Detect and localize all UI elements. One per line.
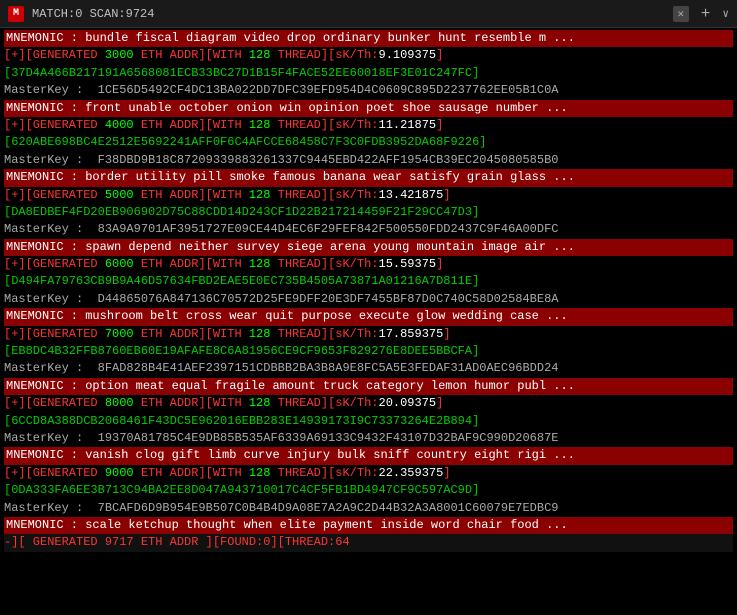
list-item: [EB8DC4B32FFB8760EB60E19AFAFE8C6A81956CE… [4,343,733,360]
list-item: -][ GENERATED 9717 ETH ADDR ][FOUND:0][T… [4,534,733,551]
dropdown-chevron-icon[interactable]: ∨ [722,7,729,21]
list-item: [37D4A466B217191A6568081ECB33BC27D1B15F4… [4,65,733,82]
list-item: [D494FA79763CB9B9A46D57634FBD2EAE5E0EC73… [4,273,733,290]
list-item: MasterKey : 83A9A9701AF3951727E09CE44D4E… [4,221,733,238]
list-item: [0DA333FA6EE3B713C94BA2EE8D047A943710017… [4,482,733,499]
list-item: MNEMONIC : spawn depend neither survey s… [4,239,733,256]
list-item: MNEMONIC : scale ketchup thought when el… [4,517,733,534]
list-item: MasterKey : 8FAD828B4E41AEF2397151CDBBB2… [4,360,733,377]
app-icon: M [8,6,24,22]
title-text: MATCH:0 SCAN:9724 [32,7,665,21]
list-item: [+][GENERATED 7000 ETH ADDR][WITH 128 TH… [4,326,733,343]
list-item: [6CCD8A388DCB2068461F43DC5E962016EBB283E… [4,413,733,430]
list-item: [+][GENERATED 6000 ETH ADDR][WITH 128 TH… [4,256,733,273]
list-item: MasterKey : F38DBD9B18C87209339883261337… [4,152,733,169]
title-bar: M MATCH:0 SCAN:9724 ✕ + ∨ [0,0,737,28]
list-item: MNEMONIC : bundle fiscal diagram video d… [4,30,733,47]
list-item: [+][GENERATED 4000 ETH ADDR][WITH 128 TH… [4,117,733,134]
list-item: MNEMONIC : vanish clog gift limb curve i… [4,447,733,464]
content-area: MNEMONIC : bundle fiscal diagram video d… [0,28,737,615]
list-item: MasterKey : 1CE56D5492CF4DC13BA022DD7DFC… [4,82,733,99]
new-tab-button[interactable]: + [697,5,715,23]
list-item: [620ABE698BC4E2512E5692241AFF0F6C4AFCCE6… [4,134,733,151]
list-item: MNEMONIC : option meat equal fragile amo… [4,378,733,395]
list-item: MNEMONIC : front unable october onion wi… [4,100,733,117]
list-item: [DA8EDBEF4FD20EB906902D75C88CDD14D243CF1… [4,204,733,221]
list-item: MasterKey : D44865076A847136C70572D25FE9… [4,291,733,308]
list-item: [+][GENERATED 5000 ETH ADDR][WITH 128 TH… [4,187,733,204]
list-item: MNEMONIC : mushroom belt cross wear quit… [4,308,733,325]
close-button[interactable]: ✕ [673,6,689,22]
list-item: MNEMONIC : border utility pill smoke fam… [4,169,733,186]
list-item: [+][GENERATED 9000 ETH ADDR][WITH 128 TH… [4,465,733,482]
list-item: [+][GENERATED 3000 ETH ADDR][WITH 128 TH… [4,47,733,64]
list-item: MasterKey : 7BCAFD6D9B954E9B507C0B4B4D9A… [4,500,733,517]
list-item: MasterKey : 19370A81785C4E9DB85B535AF633… [4,430,733,447]
list-item: [+][GENERATED 8000 ETH ADDR][WITH 128 TH… [4,395,733,412]
